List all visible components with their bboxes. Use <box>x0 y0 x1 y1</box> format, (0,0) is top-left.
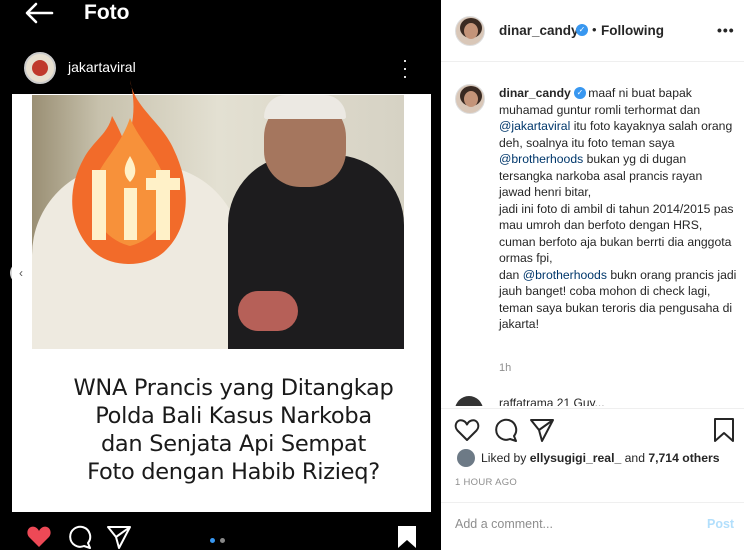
separator: • <box>592 22 597 37</box>
following-button[interactable]: Following <box>601 23 664 38</box>
bookmark-icon[interactable] <box>711 417 737 443</box>
more-horizontal-icon[interactable]: ••• <box>717 22 735 38</box>
inner-action-bar <box>24 524 424 550</box>
inner-username[interactable]: jakartaviral <box>68 59 136 75</box>
caption-username[interactable]: dinar_candy <box>499 86 571 100</box>
heart-icon[interactable] <box>454 417 480 443</box>
share-icon[interactable] <box>106 524 132 550</box>
list-item: raffatrama 21 Guy... <box>455 394 735 406</box>
headline-line: Polda Bali Kasus Narkoba <box>95 403 372 429</box>
arrow-left-icon[interactable] <box>24 2 54 24</box>
comment-icon[interactable] <box>492 417 518 443</box>
avatar[interactable] <box>455 16 485 46</box>
post-sidebar: dinar_candy ✓ • Following ••• ✓ dinar_ca… <box>441 0 744 550</box>
post-header: dinar_candy ✓ • Following ••• <box>441 0 744 62</box>
bookmark-filled-icon[interactable] <box>394 524 420 550</box>
headline-line: WNA Prancis yang Ditangkap <box>73 375 394 401</box>
embedded-post-screenshot: Foto jakartaviral · · · WNA Prancis yang D… <box>0 0 441 550</box>
comment-input[interactable]: Add a comment... <box>455 517 553 531</box>
caption-time: 1h <box>499 362 512 374</box>
caption-text: dan <box>499 267 523 282</box>
headline-line: Foto dengan Habib Rizieq? <box>87 459 380 485</box>
mention-link[interactable]: @jakartaviral <box>499 119 570 133</box>
mention-link[interactable]: @brotherhoods <box>523 268 607 282</box>
action-bar <box>441 408 744 448</box>
likes-text[interactable]: Liked by ellysugigi_real_ and 7,714 othe… <box>481 451 720 465</box>
headline: WNA Prancis yang Ditangkap Polda Bali Ka… <box>24 374 441 486</box>
comment-text: raffatrama 21 Guy... <box>499 396 605 406</box>
page-title: Foto <box>84 1 130 24</box>
headline-line: dan Senjata Api Sempat <box>100 431 367 457</box>
caption-text: jadi ini foto di ambil di tahun 2014/201… <box>499 201 734 266</box>
more-vertical-icon[interactable]: · · · <box>400 51 410 85</box>
verified-badge-icon: ✓ <box>576 24 588 36</box>
post-date: 1 HOUR AGO <box>455 477 518 488</box>
chevron-left-icon[interactable]: ‹ <box>10 262 32 284</box>
heart-filled-icon[interactable] <box>26 524 52 550</box>
avatar[interactable] <box>24 52 56 84</box>
share-icon[interactable] <box>529 417 555 443</box>
lit-fire-icon <box>72 80 186 264</box>
avatar[interactable] <box>455 396 483 406</box>
header-username[interactable]: dinar_candy <box>499 23 579 38</box>
avatar[interactable] <box>455 84 485 114</box>
caption: dinar_candy maaf ni buat bapak muhamad g… <box>499 85 737 333</box>
topbar: Foto <box>0 0 441 30</box>
likes-summary: Liked by ellysugigi_real_ and 7,714 othe… <box>455 446 743 472</box>
mention-link[interactable]: @brotherhoods <box>499 152 583 166</box>
comment-icon[interactable] <box>66 524 92 550</box>
avatar[interactable] <box>457 449 475 467</box>
comment-box: Add a comment... Post <box>441 502 744 550</box>
post-button[interactable]: Post <box>707 517 734 531</box>
